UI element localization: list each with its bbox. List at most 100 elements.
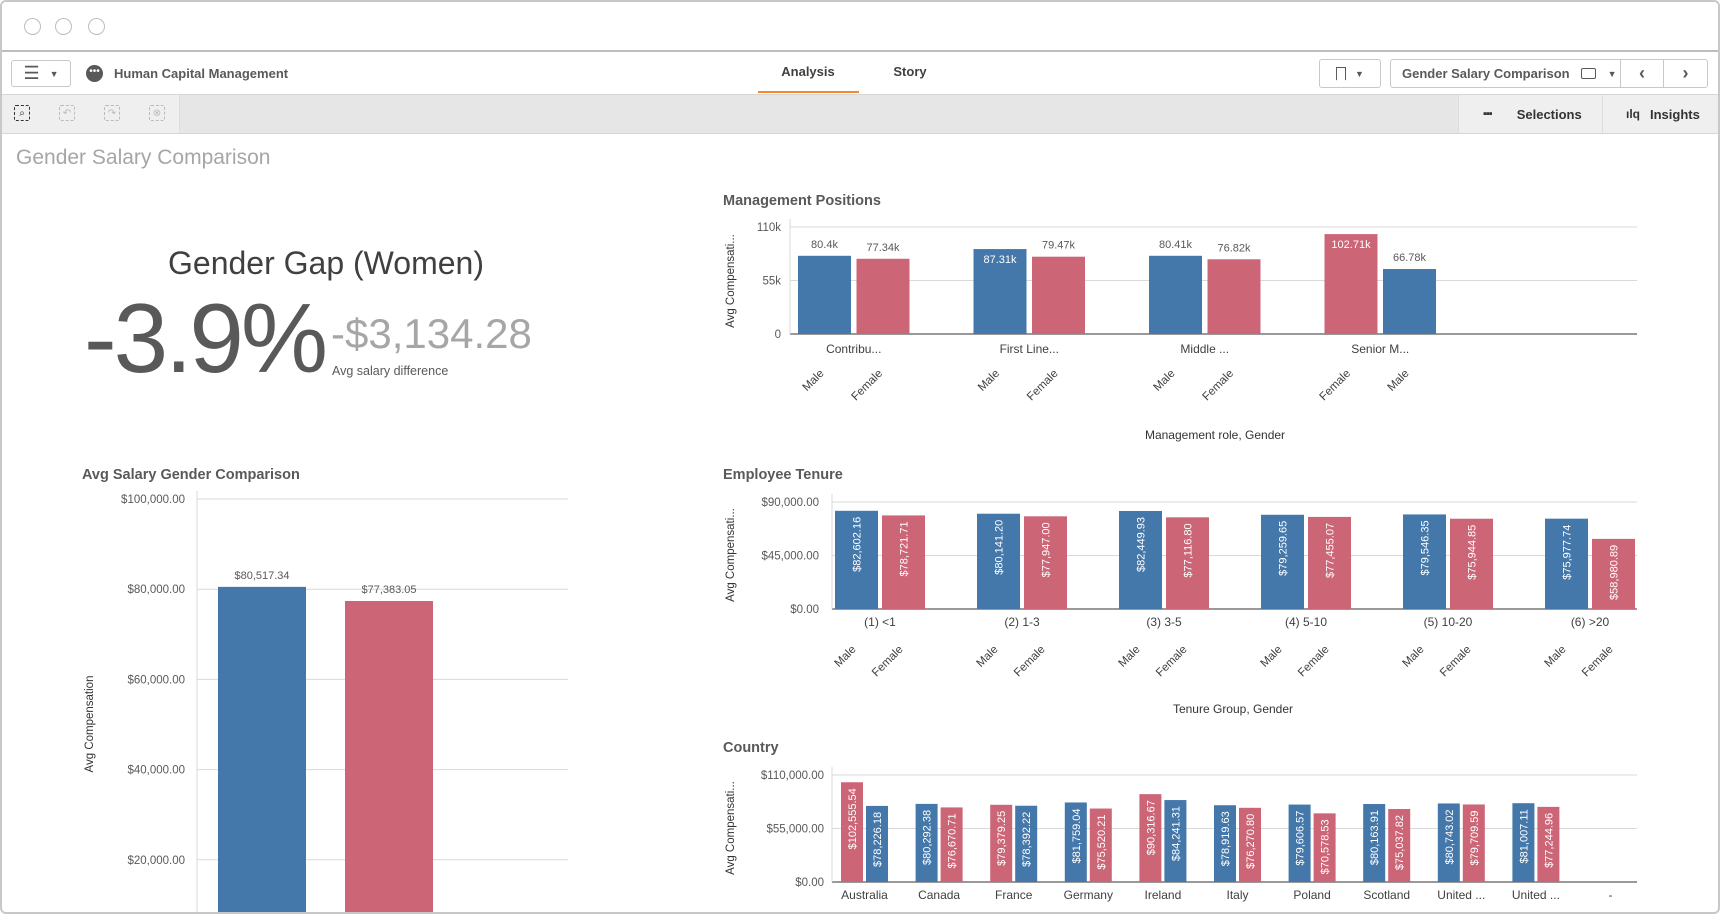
mgmt-data-label: 80.41k <box>1159 239 1193 251</box>
app-window: ☰ ▼ ••• Human Capital Management Analysi… <box>0 0 1720 914</box>
country-category-label: Ireland <box>1145 888 1182 902</box>
mgmt-data-label: 76.82k <box>1217 242 1251 254</box>
country-category-label: - <box>1609 888 1613 902</box>
country-data-label: $70,578.53 <box>1320 819 1332 874</box>
country-y-tick-label: $55,000.00 <box>766 824 824 836</box>
mgmt-gender-label: Male <box>1386 368 1412 394</box>
country-category-label: Australia <box>841 888 888 902</box>
mgmt-data-label: 79.47k <box>1042 240 1076 252</box>
country-category-label: Poland <box>1293 888 1330 902</box>
mgmt-y-tick-label: 110k <box>757 222 781 234</box>
country-data-label: $75,037.82 <box>1394 815 1406 870</box>
mgmt-y-tick-label: 0 <box>775 329 781 341</box>
country-category-label: United ... <box>1437 888 1485 902</box>
country-data-label: $79,709.59 <box>1469 810 1481 865</box>
avg-y-tick-label: $100,000.00 <box>121 494 185 506</box>
tenure-data-label: $77,455.07 <box>1325 523 1337 578</box>
tenure-data-label: $77,947.00 <box>1041 522 1053 577</box>
mgmt-data-label: 80.4k <box>811 239 838 251</box>
tenure-gender-label: Female <box>870 644 906 680</box>
country-data-label: $76,670.71 <box>947 813 959 868</box>
tenure-gender-label: Male <box>1543 644 1569 670</box>
mgmt-gender-label: Male <box>1152 368 1178 394</box>
tenure-gender-label: Female <box>1580 644 1616 680</box>
tenure-category-label: (4) 5-10 <box>1285 615 1327 629</box>
tenure-gender-label: Female <box>1438 644 1474 680</box>
avg-y-tick-label: $80,000.00 <box>127 584 185 596</box>
mgmt-gender-label: Female <box>1318 368 1354 404</box>
mgmt-bar-male <box>1383 269 1436 334</box>
mgmt-data-label: 66.78k <box>1393 252 1427 264</box>
country-data-label: $80,743.02 <box>1444 809 1456 864</box>
tenure-data-label: $58,980.89 <box>1609 545 1621 600</box>
tenure-y-tick-label: $90,000.00 <box>761 497 819 509</box>
mgmt-gender-label: Male <box>801 368 827 394</box>
tenure-data-label: $79,546.35 <box>1420 520 1432 575</box>
mgmt-category-label: Contribu... <box>826 342 881 356</box>
country-y-tick-label: $110,000.00 <box>761 770 824 782</box>
country-data-label: $75,520.21 <box>1096 815 1108 870</box>
country-y-tick-label: $0.00 <box>795 877 824 889</box>
tenure-data-label: $82,602.16 <box>852 517 864 572</box>
tenure-y-tick-label: $45,000.00 <box>761 551 819 563</box>
tenure-x-axis-title: Tenure Group, Gender <box>1173 702 1293 716</box>
avg-data-label: $80,517.34 <box>234 570 289 582</box>
tenure-gender-label: Female <box>1296 644 1332 680</box>
mgmt-gender-label: Female <box>1025 368 1061 404</box>
country-data-label: $78,392.22 <box>1021 812 1033 867</box>
country-category-label: Italy <box>1226 888 1248 902</box>
country-data-label: $90,316.67 <box>1145 800 1157 855</box>
country-data-label: $80,163.91 <box>1369 810 1381 865</box>
country-data-label: $78,226.18 <box>872 812 884 867</box>
tenure-data-label: $80,141.20 <box>994 520 1006 575</box>
country-data-label: $76,270.80 <box>1245 814 1257 869</box>
mgmt-bar-male <box>798 255 851 334</box>
country-data-label: $77,244.96 <box>1543 813 1555 868</box>
country-data-label: $84,241.31 <box>1170 806 1182 861</box>
tenure-gender-label: Male <box>975 644 1001 670</box>
tenure-data-label: $78,721.71 <box>899 521 911 576</box>
country-category-label: United ... <box>1512 888 1560 902</box>
country-category-label: Canada <box>918 888 960 902</box>
tenure-gender-label: Female <box>1012 644 1048 680</box>
mgmt-gender-label: Female <box>850 368 886 404</box>
avg-data-label: $77,383.05 <box>361 584 416 596</box>
tenure-category-label: (6) >20 <box>1571 615 1610 629</box>
tenure-data-label: $79,259.65 <box>1278 521 1290 576</box>
mgmt-data-label: 77.34k <box>866 242 900 254</box>
mgmt-data-label: 102.71k <box>1331 239 1371 251</box>
tenure-data-label: $75,944.85 <box>1467 525 1479 580</box>
mgmt-gender-label: Male <box>976 368 1002 394</box>
tenure-gender-label: Male <box>833 644 859 670</box>
mgmt-y-tick-label: 55k <box>762 276 781 288</box>
avg-y-axis-title: Avg Compensation <box>84 676 96 773</box>
mgmt-x-axis-title: Management role, Gender <box>1145 428 1285 442</box>
avg-y-tick-label: $60,000.00 <box>127 674 185 686</box>
mgmt-y-axis-title: Avg Compensati... <box>725 234 737 328</box>
tenure-y-axis-title: Avg Compensati... <box>725 508 737 602</box>
mgmt-category-label: Middle ... <box>1180 342 1229 356</box>
avg-y-tick-label: $20,000.00 <box>127 855 185 867</box>
tenure-gender-label: Male <box>1117 644 1143 670</box>
avg-bar-female <box>345 601 433 912</box>
tenure-category-label: (3) 3-5 <box>1146 615 1182 629</box>
tenure-category-label: (1) <1 <box>864 615 896 629</box>
country-data-label: $102,555.54 <box>847 788 859 849</box>
country-data-label: $80,292.38 <box>922 810 934 865</box>
avg-y-tick-label: $40,000.00 <box>127 765 185 777</box>
mgmt-category-label: Senior M... <box>1351 342 1409 356</box>
tenure-y-tick-label: $0.00 <box>790 604 819 616</box>
tenure-gender-label: Male <box>1259 644 1285 670</box>
tenure-data-label: $75,977.74 <box>1562 525 1574 580</box>
charts-layer: $20,000.00 $40,000.00 $60,000.00 $80,000.00… <box>84 219 1637 912</box>
country-y-axis-title: Avg Compensati... <box>725 781 737 875</box>
country-category-label: France <box>995 888 1033 902</box>
mgmt-bar-female <box>1032 256 1085 334</box>
avg-bar-male <box>218 586 306 912</box>
tenure-gender-label: Male <box>1401 644 1427 670</box>
country-data-label: $79,606.57 <box>1295 811 1307 866</box>
mgmt-gender-label: Female <box>1201 368 1237 404</box>
mgmt-category-label: First Line... <box>1000 342 1059 356</box>
country-category-label: Germany <box>1064 888 1113 902</box>
country-data-label: $79,379.25 <box>996 811 1008 866</box>
